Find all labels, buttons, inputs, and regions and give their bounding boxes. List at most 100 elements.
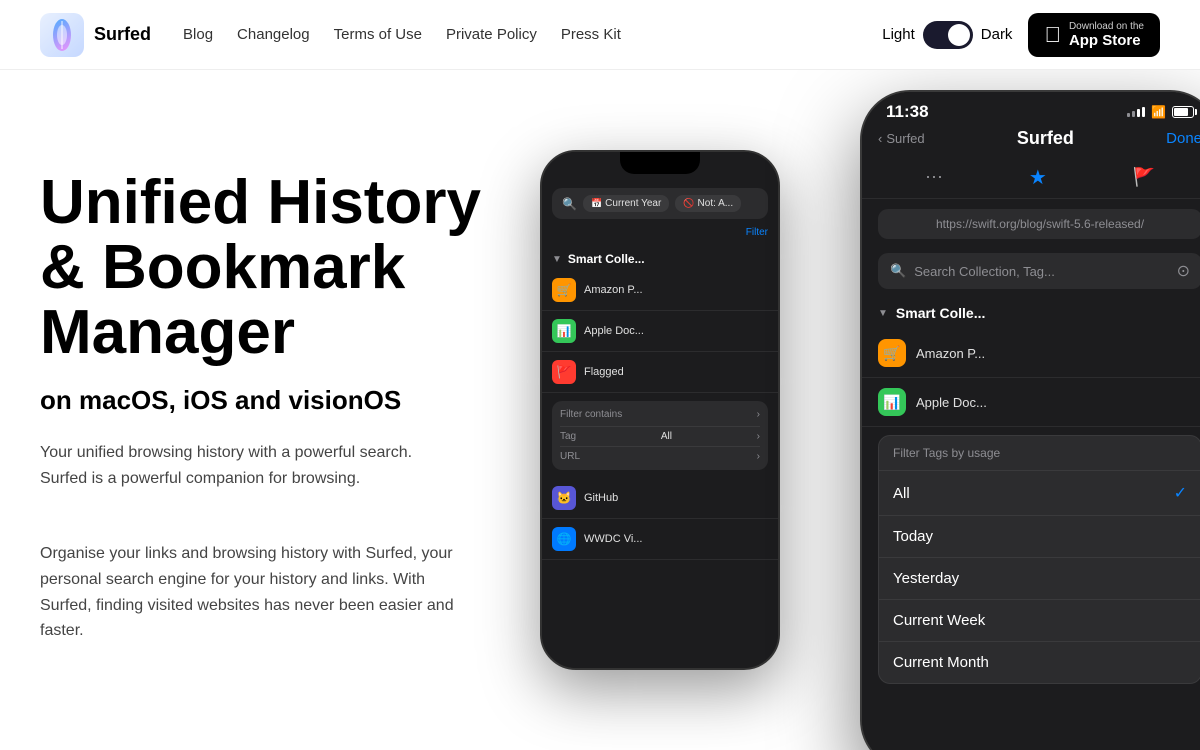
back-list-item-1: 📊 Apple Doc... <box>542 311 778 352</box>
back-list-item-0: 🛒 Amazon P... <box>542 270 778 311</box>
front-sc-text-1: Apple Doc... <box>916 395 987 410</box>
nav-press[interactable]: Press Kit <box>561 26 621 43</box>
back-list-item-2: 🚩 Flagged <box>542 352 778 393</box>
wifi-icon: 📶 <box>1151 105 1166 119</box>
front-sc-icon-1: 📊 <box>878 388 906 416</box>
back-item-icon-2: 🚩 <box>552 360 576 384</box>
tab-star-icon[interactable]: ★ <box>1029 165 1047 190</box>
front-time: 11:38 <box>886 102 929 122</box>
front-dropdown-item-all[interactable]: All ✓ <box>879 471 1200 516</box>
front-dropdown-item-month[interactable]: Current Month <box>879 642 1200 683</box>
front-status-bar: 11:38 📶 <box>862 92 1200 122</box>
front-status-icons: 📶 <box>1127 105 1194 119</box>
front-sc-text-0: Amazon P... <box>916 346 985 361</box>
front-url-bar: https://swift.org/blog/swift-5.6-release… <box>878 209 1200 239</box>
front-dropdown-title: Filter Tags by usage <box>879 436 1200 471</box>
front-tabs: ⋯ ★ 🚩 <box>862 157 1200 199</box>
tab-menu-icon[interactable]: ⋯ <box>925 167 943 188</box>
apple-icon:  <box>1044 22 1061 48</box>
back-chip1: 📅 Current Year <box>583 195 669 212</box>
back-section-header: ▼ Smart Colle... <box>542 244 778 270</box>
navbar: Surfed Blog Changelog Terms of Use Priva… <box>0 0 1200 70</box>
nav-left: Surfed Blog Changelog Terms of Use Priva… <box>40 13 621 57</box>
theme-toggle[interactable] <box>923 21 973 49</box>
back-list-item-3: 🐱 GitHub <box>542 478 778 519</box>
front-sc-chevron: ▼ <box>878 308 888 319</box>
back-search-icon: 🔍 <box>562 197 577 211</box>
phone-back-screen: 🔍 📅 Current Year 🚫 Not: A... Filter <box>542 152 778 668</box>
logo-link[interactable]: Surfed <box>40 13 151 57</box>
back-item-text-3: GitHub <box>584 492 618 504</box>
light-label: Light <box>882 26 915 43</box>
hero-title: Unified History & Bookmark Manager <box>40 170 481 365</box>
battery-tip <box>1195 109 1197 115</box>
hero-text: Unified History & Bookmark Manager on ma… <box>40 150 481 644</box>
battery-fill <box>1174 108 1188 116</box>
front-smart-collections: ▼ Smart Colle... 🛒 Amazon P... 📊 Apple D… <box>862 293 1200 431</box>
back-ff-tag-row: Tag All › <box>560 431 760 442</box>
front-search-left: 🔍 Search Collection, Tag... <box>890 263 1055 279</box>
app-store-text: Download on the App Store <box>1069 21 1144 49</box>
back-item-icon-3: 🐱 <box>552 486 576 510</box>
hero-subtitle: on macOS, iOS and visionOS <box>40 385 481 416</box>
back-notch-bar <box>620 152 700 174</box>
tab-flag-icon[interactable]: 🚩 <box>1133 167 1155 188</box>
front-search-placeholder: Search Collection, Tag... <box>914 264 1055 279</box>
front-sc-header: ▼ Smart Colle... <box>862 297 1200 329</box>
signal-icon <box>1127 107 1145 117</box>
battery-icon <box>1172 106 1194 118</box>
back-search-bar: 🔍 📅 Current Year 🚫 Not: A... <box>552 188 768 219</box>
front-done-button[interactable]: Done <box>1166 130 1200 147</box>
back-ff-tag-label: Tag <box>560 431 576 442</box>
back-ff-tag-chevron: › <box>757 431 760 442</box>
back-filter-link[interactable]: Filter <box>746 227 768 238</box>
front-search-filter-icon[interactable]: ⊙ <box>1177 261 1190 281</box>
front-search-bar[interactable]: 🔍 Search Collection, Tag... ⊙ <box>878 253 1200 289</box>
back-ff-contains-label: Filter contains <box>560 409 622 420</box>
logo-text: Surfed <box>94 24 151 45</box>
front-sc-item-0[interactable]: 🛒 Amazon P... <box>862 329 1200 378</box>
phone-back: 🔍 📅 Current Year 🚫 Not: A... Filter <box>540 150 780 670</box>
front-dropdown-item-week[interactable]: Current Week <box>879 600 1200 642</box>
nav-terms[interactable]: Terms of Use <box>334 26 422 43</box>
nav-links: Blog Changelog Terms of Use Private Poli… <box>183 26 621 43</box>
hero-desc2: Organise your links and browsing history… <box>40 541 460 643</box>
front-surfed-header: ‹ Surfed Surfed Done <box>862 122 1200 157</box>
back-item-text-0: Amazon P... <box>584 284 643 296</box>
theme-switch: Light Dark <box>882 21 1012 49</box>
front-dropdown-item-today[interactable]: Today <box>879 516 1200 558</box>
nav-blog[interactable]: Blog <box>183 26 213 43</box>
front-title: Surfed <box>1017 128 1074 149</box>
front-dropdown-item-yesterday[interactable]: Yesterday <box>879 558 1200 600</box>
back-item-icon-1: 📊 <box>552 319 576 343</box>
back-ff-tag-value: All <box>661 431 672 442</box>
nav-right: Light Dark  Download on the App Store <box>882 13 1160 57</box>
front-search-icon: 🔍 <box>890 263 906 279</box>
back-ff-divider2 <box>560 446 760 447</box>
toggle-thumb <box>948 24 970 46</box>
back-ff-contains-row: Filter contains › <box>560 409 760 420</box>
front-check-icon: ✓ <box>1174 483 1187 503</box>
back-ff-url-chevron: › <box>757 451 760 462</box>
nav-privacy[interactable]: Private Policy <box>446 26 537 43</box>
nav-changelog[interactable]: Changelog <box>237 26 310 43</box>
back-ff-url-row: URL › <box>560 451 760 462</box>
back-section-title: Smart Colle... <box>568 252 645 266</box>
app-store-button[interactable]:  Download on the App Store <box>1028 13 1160 57</box>
back-item-text-1: Apple Doc... <box>584 325 644 337</box>
back-item-icon-0: 🛒 <box>552 278 576 302</box>
back-notch <box>542 152 778 180</box>
section-chevron-icon: ▼ <box>552 254 562 265</box>
phone-front-screen: 11:38 📶 <box>862 92 1200 750</box>
phones-wrap: 🔍 📅 Current Year 🚫 Not: A... Filter <box>540 90 1200 750</box>
back-item-text-2: Flagged <box>584 366 624 378</box>
front-dropdown: Filter Tags by usage All ✓ Today Yesterd… <box>878 435 1200 684</box>
front-back-button[interactable]: ‹ Surfed <box>878 131 925 146</box>
dark-label: Dark <box>981 26 1013 43</box>
front-sc-item-1[interactable]: 📊 Apple Doc... <box>862 378 1200 427</box>
hero-desc1: Your unified browsing history with a pow… <box>40 440 460 491</box>
back-ff-url-label: URL <box>560 451 580 462</box>
back-item-icon-4: 🌐 <box>552 527 576 551</box>
back-chip2: 🚫 Not: A... <box>675 195 741 212</box>
front-sc-title: Smart Colle... <box>896 305 985 321</box>
